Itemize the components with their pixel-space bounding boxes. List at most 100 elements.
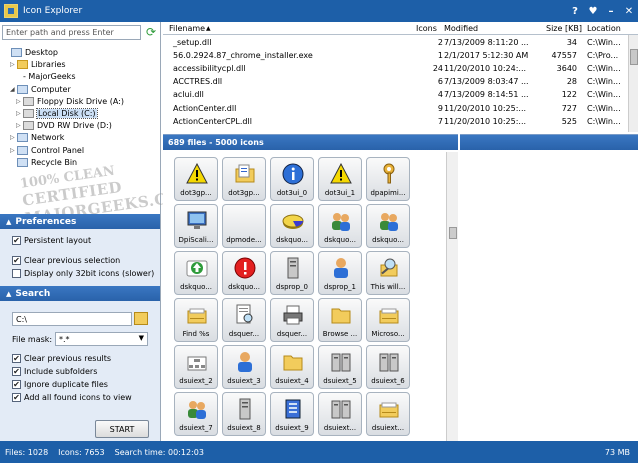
- checkbox[interactable]: ✔: [12, 354, 21, 363]
- icon-tile[interactable]: Browse ...: [318, 298, 362, 342]
- file-row[interactable]: ACCTRES.dll 6 7/13/2009 8:03:47 ... 28 C:\Wi…: [163, 76, 628, 88]
- icon-tile[interactable]: dsuiext_8: [222, 392, 266, 436]
- start-button[interactable]: START: [95, 420, 149, 438]
- icon-tile[interactable]: dsuiext_6: [366, 345, 410, 389]
- col-location[interactable]: Location: [587, 24, 621, 33]
- refresh-icon[interactable]: ⟳: [144, 25, 158, 39]
- expand-icon[interactable]: ▷: [10, 134, 17, 141]
- minimize-button[interactable]: –: [602, 2, 620, 20]
- icon-tile[interactable]: dsquer...: [222, 298, 266, 342]
- expand-icon[interactable]: ▷: [10, 147, 17, 154]
- expand-icon[interactable]: ▷: [10, 61, 17, 68]
- tree-item[interactable]: - MajorGeeks: [16, 71, 75, 82]
- icon-tile[interactable]: Find %s: [174, 298, 218, 342]
- checkbox[interactable]: ✔: [12, 380, 21, 389]
- tree-item[interactable]: ▷ DVD RW Drive (D:): [16, 120, 112, 131]
- users-icon: [186, 398, 208, 420]
- checkbox[interactable]: ✔: [12, 236, 21, 245]
- favorite-button[interactable]: ♥: [584, 2, 602, 20]
- icon-tile[interactable]: This will...: [366, 251, 410, 295]
- file-row[interactable]: ActionCenter.dll 9 11/20/2010 10:25:... 727…: [163, 103, 628, 115]
- close-button[interactable]: ✕: [620, 2, 638, 20]
- tree-item[interactable]: ▷ Libraries: [10, 59, 66, 70]
- preferences-header[interactable]: ▲ Preferences: [0, 214, 160, 229]
- file-mask-select[interactable]: *.* ▼: [55, 332, 148, 346]
- path-input[interactable]: Enter path and press Enter: [2, 25, 141, 40]
- warning-icon: [186, 162, 208, 185]
- icon-tile[interactable]: dsuiext_7: [174, 392, 218, 436]
- file-row[interactable]: 56.0.2924.87_chrome_installer.exe 1 2/1/20…: [163, 50, 628, 62]
- icon-tile[interactable]: dsuiext...: [366, 392, 410, 436]
- file-row[interactable]: accessibilitycpl.dll 24 11/20/2010 10:24:.…: [163, 63, 628, 75]
- col-icons[interactable]: Icons: [416, 24, 437, 33]
- help-button[interactable]: ?: [566, 2, 584, 20]
- icon-tile[interactable]: dsuiext_3: [222, 345, 266, 389]
- icon-tile[interactable]: dskquo...: [318, 204, 362, 248]
- only-32bit-checkbox[interactable]: Display only 32bit icons (slower): [12, 269, 154, 278]
- icon-tile[interactable]: dskquo...: [270, 204, 314, 248]
- icon-grid-scrollbar[interactable]: [446, 152, 458, 442]
- search-path-field[interactable]: C:\: [12, 312, 132, 326]
- file-row[interactable]: aclui.dll 4 7/13/2009 8:14:51 ... 122 C:\Win…: [163, 89, 628, 101]
- tree-item[interactable]: Recycle Bin: [10, 157, 77, 168]
- cell-filename: _setup.dll: [173, 38, 212, 47]
- expand-icon[interactable]: ▷: [16, 98, 23, 105]
- checkbox[interactable]: ✔: [12, 256, 21, 265]
- folder-find-icon: [186, 304, 208, 326]
- icon-tile[interactable]: dskquo...: [174, 251, 218, 295]
- icon-tile[interactable]: dsuiext_4: [270, 345, 314, 389]
- icon-tile[interactable]: dpmode...: [222, 204, 266, 248]
- browse-folder-icon[interactable]: [134, 312, 148, 325]
- file-row[interactable]: ActionCenterCPL.dll 7 11/20/2010 10:25:...…: [163, 116, 628, 128]
- chevron-down-icon[interactable]: ▼: [139, 334, 144, 342]
- icon-tile[interactable]: dsuiext...: [318, 392, 362, 436]
- checkbox-label: Clear previous selection: [24, 256, 121, 265]
- search-header[interactable]: ▲ Search: [0, 286, 160, 301]
- icon-tile[interactable]: dot3ui_1: [318, 157, 362, 201]
- icon-tile[interactable]: dskquo...: [222, 251, 266, 295]
- include-subfolders-checkbox[interactable]: ✔ Include subfolders: [12, 367, 97, 376]
- tree-item[interactable]: ▷ Floppy Disk Drive (A:): [16, 96, 124, 107]
- col-modified[interactable]: Modified: [444, 24, 478, 33]
- cell-filename: ActionCenterCPL.dll: [173, 116, 252, 126]
- tree-item[interactable]: ▷ Control Panel: [10, 145, 84, 156]
- clear-results-checkbox[interactable]: ✔ Clear previous results: [12, 354, 111, 363]
- tree-item[interactable]: Desktop: [4, 47, 58, 58]
- tree-item[interactable]: ◢ Computer: [10, 84, 71, 95]
- icon-tile[interactable]: Microso...: [366, 298, 410, 342]
- icon-tile[interactable]: dpapimi...: [366, 157, 410, 201]
- file-row[interactable]: _setup.dll 2 7/13/2009 8:11:20 ... 34 C:\Win…: [163, 37, 628, 49]
- checkbox[interactable]: [12, 269, 21, 278]
- icon-tile[interactable]: dot3ui_0: [270, 157, 314, 201]
- col-size[interactable]: Size [KB]: [546, 24, 582, 33]
- cell-filename: aclui.dll: [173, 90, 204, 100]
- expand-icon[interactable]: ▷: [16, 110, 23, 117]
- ignore-duplicates-checkbox[interactable]: ✔ Ignore duplicate files: [12, 380, 108, 389]
- icon-tile[interactable]: dsprop_0: [270, 251, 314, 295]
- add-all-icons-checkbox[interactable]: ✔ Add all found icons to view: [12, 393, 132, 402]
- persistent-layout-checkbox[interactable]: ✔ Persistent layout: [12, 236, 91, 245]
- tree-item[interactable]: ▷ Network: [10, 132, 64, 143]
- tree-item[interactable]: ▷ Local Disk (C:): [16, 108, 98, 119]
- checkbox[interactable]: ✔: [12, 393, 21, 402]
- expand-icon[interactable]: ▷: [16, 122, 23, 129]
- cell-size: 47557: [551, 51, 577, 61]
- file-list-scrollbar[interactable]: [628, 35, 638, 132]
- icon-tile[interactable]: dskquo...: [366, 204, 410, 248]
- icon-tile[interactable]: dsuiext_2: [174, 345, 218, 389]
- icon-tile[interactable]: dot3gp...: [222, 157, 266, 201]
- icon-tile[interactable]: dsuiext_9: [270, 392, 314, 436]
- expand-icon[interactable]: ◢: [10, 86, 17, 93]
- col-filename[interactable]: Filename: [169, 24, 205, 33]
- checkbox[interactable]: ✔: [12, 367, 21, 376]
- scrollbar-thumb[interactable]: [449, 227, 457, 239]
- icon-tile[interactable]: dsuiext_5: [318, 345, 362, 389]
- cell-modified: 11/20/2010 10:24:...: [444, 64, 527, 74]
- cell-icons: 7: [437, 116, 443, 126]
- clear-selection-checkbox[interactable]: ✔ Clear previous selection: [12, 256, 120, 265]
- icon-tile[interactable]: dsprop_1: [318, 251, 362, 295]
- icon-tile[interactable]: dsquer...: [270, 298, 314, 342]
- icon-tile[interactable]: dot3gp...: [174, 157, 218, 201]
- icon-tile[interactable]: DpiScali...: [174, 204, 218, 248]
- scrollbar-thumb[interactable]: [630, 49, 638, 65]
